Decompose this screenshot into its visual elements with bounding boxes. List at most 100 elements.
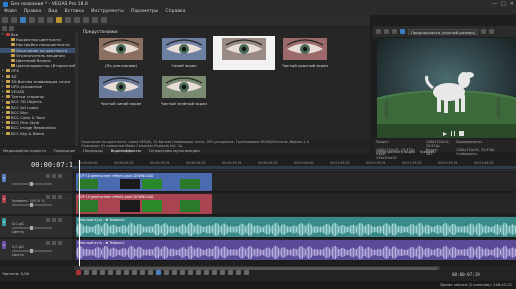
selection-tool-icon[interactable] (172, 270, 177, 275)
copy-icon[interactable] (65, 17, 71, 23)
snapshot-icon[interactable] (481, 29, 487, 34)
playhead-cursor[interactable] (79, 160, 80, 266)
track-lane[interactable]: Мне-ный путь - ✖ Tailwanni (72, 216, 516, 238)
split-screen-icon[interactable] (384, 29, 389, 34)
menu-file[interactable]: Файл (4, 9, 17, 14)
track-level-slider[interactable] (12, 225, 52, 230)
fx-icon[interactable] (58, 174, 62, 178)
solo-icon[interactable] (52, 218, 56, 222)
track-header[interactable]: 3 0,0 дБ Центр (0, 216, 72, 238)
preview-quality-dropdown[interactable]: Предпросмотр (полный размер) (408, 28, 479, 35)
track-lane[interactable]: TOP 10 greenscreen effects pack DOWNLOAD (72, 172, 516, 192)
ripple-icon[interactable] (228, 270, 233, 275)
track-header[interactable]: 4 0,0 дБ Центр (0, 239, 72, 261)
play-icon[interactable] (443, 131, 447, 136)
go-start-icon[interactable] (124, 270, 129, 275)
tab-trimmer[interactable]: Триммер (419, 150, 435, 155)
snap-icon[interactable] (212, 270, 217, 275)
video-clip[interactable]: TOP 10 greenscreen effects pack DOWNLOAD (76, 194, 212, 214)
solo-icon[interactable] (52, 174, 56, 178)
menu-edit[interactable]: Правка (24, 9, 41, 14)
stop-icon[interactable] (459, 131, 464, 136)
track-lane[interactable]: TOP 10 greenscreen effects pack DOWNLOAD (72, 193, 516, 215)
save-icon[interactable] (20, 17, 26, 23)
paste-icon[interactable] (74, 17, 80, 23)
cut-icon[interactable] (56, 17, 62, 23)
search-icon[interactable] (9, 26, 14, 31)
tree-item[interactable]: ▸ BCC Key & Blend (0, 131, 75, 136)
prev-frame-icon[interactable] (140, 270, 145, 275)
copy-snapshot-icon[interactable] (489, 29, 495, 34)
tab-project-media[interactable]: Медиафайлы проекта (3, 149, 46, 153)
preset-card[interactable]: Чистый синий экран (90, 74, 152, 108)
open-icon[interactable] (11, 17, 17, 23)
up-folder-icon[interactable] (2, 26, 7, 31)
tab-video-preview[interactable]: Предпросмотр видео (376, 150, 415, 155)
zoom-icon[interactable] (244, 270, 249, 275)
go-end-icon[interactable] (132, 270, 137, 275)
expand-toggle-icon[interactable]: ▸ (2, 131, 5, 136)
tab-video-fx[interactable]: Видеоэффекты (111, 149, 141, 153)
play-icon[interactable] (100, 270, 105, 275)
undo-icon[interactable] (92, 17, 98, 23)
record-icon[interactable] (76, 270, 81, 275)
preset-card[interactable]: (По умолчанию) (90, 36, 152, 70)
properties-icon[interactable] (38, 17, 44, 23)
redo-icon[interactable] (101, 17, 107, 23)
pause-icon[interactable] (451, 131, 455, 136)
pause-icon[interactable] (108, 270, 113, 275)
maximize-button[interactable]: □ (501, 1, 506, 7)
preset-card[interactable]: Синий экран (153, 36, 215, 70)
loop-icon[interactable] (84, 270, 89, 275)
track-header[interactable]: 1 (0, 172, 72, 192)
lock-icon[interactable] (236, 270, 241, 275)
render-icon[interactable] (29, 17, 35, 23)
fx-icon[interactable] (58, 195, 62, 199)
audio-clip[interactable]: Мне-ный путь - ✖ Tailwanni (76, 217, 516, 237)
mute-icon[interactable] (46, 241, 50, 245)
tab-media-generators[interactable]: Генераторы мультимедиа (149, 149, 200, 153)
close-button[interactable]: ✕ (510, 1, 514, 7)
menu-help[interactable]: Справка (165, 9, 185, 14)
tab-transitions[interactable]: Переходы (83, 149, 103, 153)
mute-icon[interactable] (46, 195, 50, 199)
track-level-slider[interactable] (12, 202, 52, 207)
tab-explorer[interactable]: Проводник (54, 149, 75, 153)
delete-icon[interactable] (83, 17, 89, 23)
video-preview[interactable] (377, 38, 516, 138)
split-icon[interactable] (180, 270, 185, 275)
preset-card[interactable] (213, 36, 275, 70)
trim-icon[interactable] (188, 270, 193, 275)
video-clip[interactable]: TOP 10 greenscreen effects pack DOWNLOAD (76, 173, 212, 191)
fx-icon[interactable] (58, 241, 62, 245)
preset-card[interactable]: Чистый красный экран (274, 36, 336, 70)
fx-icon[interactable] (58, 218, 62, 222)
stop-icon[interactable] (116, 270, 121, 275)
marker-icon[interactable] (196, 270, 201, 275)
normal-edit-tool-icon[interactable] (156, 270, 161, 275)
solo-icon[interactable] (52, 241, 56, 245)
settings-icon[interactable] (47, 17, 53, 23)
auto-crossfade-icon[interactable] (220, 270, 225, 275)
mute-icon[interactable] (46, 174, 50, 178)
audio-clip[interactable]: Мне-ный путь - ✖ Tailwanni (76, 240, 516, 260)
new-project-icon[interactable] (2, 17, 8, 23)
menu-tools[interactable]: Инструменты (91, 9, 124, 14)
preset-card[interactable]: Чистый зелёный экран (153, 74, 215, 108)
expand-toggle-icon[interactable]: ▾ (2, 32, 5, 37)
region-icon[interactable] (204, 270, 209, 275)
next-frame-icon[interactable] (148, 270, 153, 275)
solo-icon[interactable] (52, 195, 56, 199)
track-header[interactable]: 2 Уровень: 100,0 % (0, 193, 72, 215)
track-level-slider[interactable] (12, 181, 52, 186)
track-lane[interactable]: Мне-ный путь - ✖ Tailwanni (72, 239, 516, 261)
play-from-start-icon[interactable] (92, 270, 97, 275)
track-level-slider[interactable] (12, 248, 52, 253)
external-monitor-icon[interactable] (400, 29, 405, 34)
preview-settings-icon[interactable] (376, 29, 381, 34)
menu-insert[interactable]: Вставка (65, 9, 84, 14)
menu-view[interactable]: Вид (48, 9, 57, 14)
loop-region-bar[interactable] (72, 166, 516, 169)
minimize-button[interactable]: — (492, 1, 497, 7)
menu-options[interactable]: Параметры (131, 9, 159, 14)
